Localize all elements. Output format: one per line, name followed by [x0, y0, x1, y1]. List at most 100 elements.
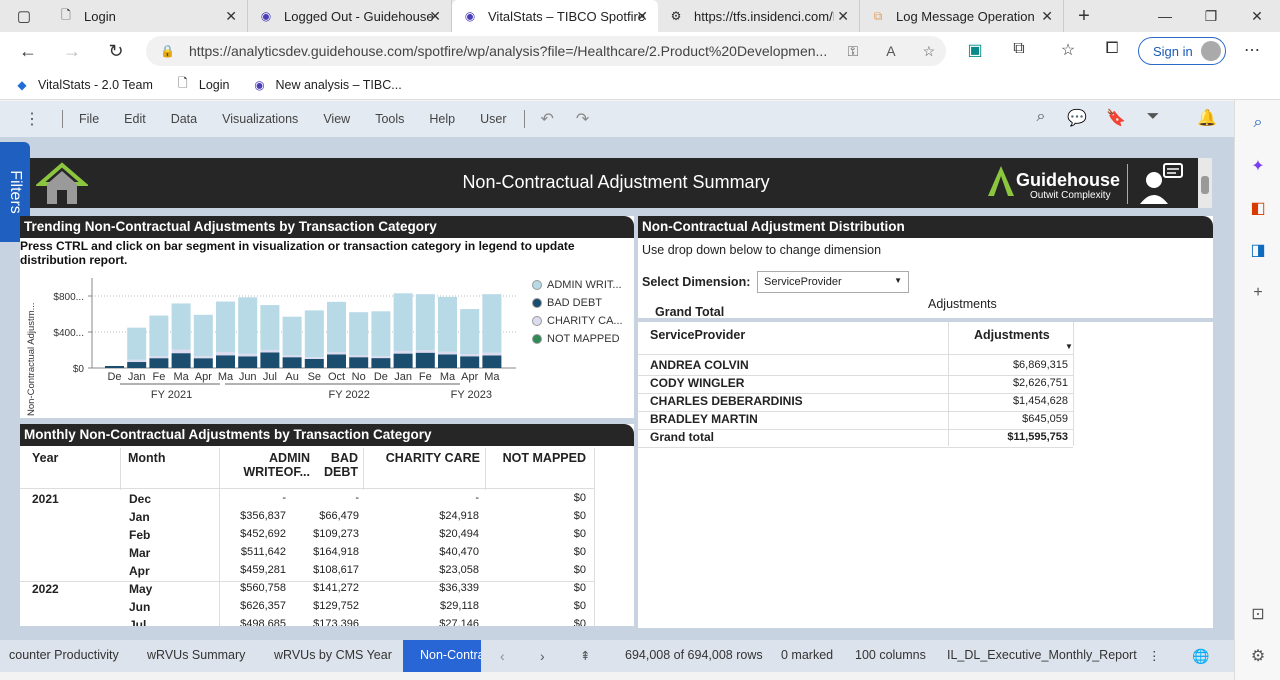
col-month[interactable]: Month	[128, 451, 165, 465]
bar-segment-bad-debt[interactable]	[482, 355, 502, 368]
tab-actions-icon[interactable]: ▢	[0, 0, 48, 32]
bar-segment-bad-debt[interactable]	[327, 354, 346, 369]
sign-in-button[interactable]: Sign in	[1138, 37, 1226, 65]
menu-data[interactable]: Data	[171, 112, 197, 126]
bar-segment-admin-writeoff[interactable]	[349, 312, 369, 356]
bar-segment-admin-writeoff[interactable]	[216, 301, 235, 353]
legend-admin-writeoff[interactable]: ADMIN WRIT...	[532, 279, 622, 291]
browser-tab-login[interactable]: 🗋 Login ✕	[48, 0, 248, 32]
col-admin-writeoff[interactable]: ADMIN WRITEOF...	[224, 451, 310, 479]
grand-total-row-label[interactable]: Grand total	[650, 430, 714, 444]
legend-charity-care[interactable]: CHARITY CA...	[532, 315, 623, 327]
bar-segment-admin-writeoff[interactable]	[460, 309, 480, 355]
bar-segment-admin-writeoff[interactable]	[304, 310, 324, 358]
bar-segment-bad-debt[interactable]	[127, 362, 147, 368]
search-icon[interactable]: ⌕	[1030, 108, 1052, 126]
menu-edit[interactable]: Edit	[124, 112, 146, 126]
bar-segment-admin-writeoff[interactable]	[282, 316, 302, 356]
bar-segment-admin-writeoff[interactable]	[171, 303, 191, 350]
dimension-select[interactable]: ServiceProvider ▼	[757, 271, 909, 293]
bar-segment-bad-debt[interactable]	[216, 355, 235, 368]
bar-segment-bad-debt[interactable]	[415, 352, 435, 368]
col-charity-care[interactable]: CHARITY CARE	[380, 451, 480, 465]
col-bad-debt[interactable]: BAD DEBT	[310, 451, 358, 479]
bar-segment-bad-debt[interactable]	[149, 358, 169, 368]
key-icon[interactable]: ⚿	[839, 43, 867, 60]
page-list-icon[interactable]: ⇞	[580, 648, 590, 663]
provider-name[interactable]: BRADLEY MARTIN	[650, 412, 758, 426]
menu-visualizations[interactable]: Visualizations	[222, 112, 298, 126]
bar-segment-bad-debt[interactable]	[349, 357, 369, 368]
page-tab-non-contractual[interactable]: Non-Contra	[403, 640, 481, 672]
undo-icon[interactable]: ↶	[541, 109, 554, 129]
add-icon[interactable]: +	[1246, 284, 1270, 308]
new-tab-icon[interactable]: +	[1064, 5, 1104, 28]
page-prev-icon[interactable]: ‹	[500, 648, 505, 664]
extension-icon[interactable]: ▣	[963, 40, 987, 60]
bar-segment-bad-debt[interactable]	[371, 358, 391, 368]
close-icon[interactable]: ✕	[225, 8, 237, 25]
close-icon[interactable]: ✕	[636, 8, 648, 25]
favorites-icon[interactable]: ☆	[1056, 40, 1080, 60]
window-close-icon[interactable]: ✕	[1234, 0, 1280, 32]
banner-scrollbar[interactable]	[1198, 158, 1212, 208]
legend-bad-debt[interactable]: BAD DEBT	[532, 297, 602, 309]
url-field[interactable]: 🔒 https://analyticsdev.guidehouse.com/sp…	[146, 36, 946, 66]
bar-segment-bad-debt[interactable]	[304, 359, 324, 368]
data-table-name[interactable]: IL_DL_Executive_Monthly_Report	[947, 648, 1137, 662]
page-tab-counter-productivity[interactable]: counter Productivity	[9, 648, 119, 662]
statusbar-menu-icon[interactable]: ⋮	[1148, 648, 1161, 663]
minimize-icon[interactable]: —	[1142, 0, 1188, 32]
back-icon[interactable]: ←	[6, 41, 50, 62]
provider-name[interactable]: CHARLES DEBERARDINIS	[650, 394, 803, 408]
more-menu-icon[interactable]: ⋯	[1240, 40, 1264, 60]
forward-icon[interactable]: →	[50, 41, 94, 62]
lock-icon[interactable]: 🔒	[160, 44, 175, 58]
collections-icon[interactable]: ⧠	[1100, 40, 1124, 58]
col-adjustments[interactable]: Adjustments	[974, 328, 1050, 342]
page-tab-wrvus-summary[interactable]: wRVUs Summary	[147, 648, 245, 662]
search-icon[interactable]: ⌕	[1246, 114, 1270, 138]
add-favorite-icon[interactable]: ☆	[915, 43, 943, 60]
redo-icon[interactable]: ↷	[576, 109, 589, 129]
bar-segment-bad-debt[interactable]	[282, 357, 302, 368]
bar-segment-admin-writeoff[interactable]	[327, 301, 346, 353]
browser-tab-tfs[interactable]: ⚙ https://tfs.insidenci.com/D ✕	[658, 0, 860, 32]
provider-name[interactable]: CODY WINGLER	[650, 376, 744, 390]
close-icon[interactable]: ✕	[837, 8, 849, 25]
browser-tab-log-message[interactable]: ⧉ Log Message Operation | ✕	[860, 0, 1064, 32]
bar-segment-charity-care[interactable]	[282, 355, 302, 358]
bar-segment-admin-writeoff[interactable]	[127, 327, 147, 360]
bar-segment-charity-care[interactable]	[371, 356, 391, 359]
bar-segment-bad-debt[interactable]	[460, 356, 480, 368]
provider-name[interactable]: ANDREA COLVIN	[650, 358, 749, 372]
bar-segment-charity-care[interactable]	[193, 356, 213, 359]
menu-user[interactable]: User	[480, 112, 506, 126]
url-text[interactable]: https://analyticsdev.guidehouse.com/spot…	[189, 43, 829, 59]
bar-segment-bad-debt[interactable]	[260, 352, 280, 368]
bar-segment-charity-care[interactable]	[438, 351, 457, 355]
bar-segment-charity-care[interactable]	[260, 349, 280, 353]
globe-icon[interactable]: 🌐	[1192, 648, 1209, 665]
extensions-puzzle-icon[interactable]: ⧉	[1007, 40, 1031, 58]
user-chat-icon[interactable]	[1136, 162, 1184, 206]
bar-segment-admin-writeoff[interactable]	[371, 311, 391, 357]
bar-segment-charity-care[interactable]	[460, 354, 480, 357]
favorite-login[interactable]: 🗋 Login	[175, 76, 229, 93]
bar-segment-charity-care[interactable]	[171, 349, 191, 354]
bookmark-icon[interactable]: 🔖	[1105, 108, 1127, 128]
bar-segment-charity-care[interactable]	[149, 356, 169, 359]
trend-chart[interactable]: Non-Contractual Adjustm... $0 $400... $800…	[20, 278, 520, 418]
notifications-icon[interactable]: 🔔	[1196, 108, 1218, 128]
sidebar-layout-icon[interactable]: ⊡	[1246, 604, 1270, 628]
bar-segment-bad-debt[interactable]	[438, 354, 457, 369]
browser-tab-logged-out[interactable]: ◉ Logged Out - Guidehouse ✕	[248, 0, 452, 32]
office-icon[interactable]: ◧	[1246, 198, 1270, 222]
bar-segment-bad-debt[interactable]	[238, 356, 258, 368]
filter-icon[interactable]: ⏷	[1142, 108, 1164, 126]
bar-segment-bad-debt[interactable]	[393, 353, 413, 368]
bar-segment-bad-debt[interactable]	[193, 358, 213, 368]
bar-segment-charity-care[interactable]	[304, 357, 324, 359]
bar-segment-bad-debt[interactable]	[171, 353, 191, 368]
bar-segment-charity-care[interactable]	[393, 350, 413, 354]
